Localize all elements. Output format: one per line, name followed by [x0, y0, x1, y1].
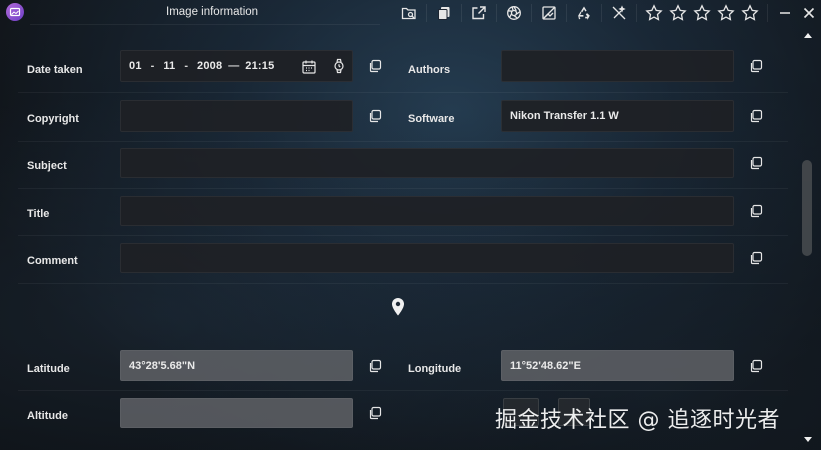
time-separator: —	[228, 60, 240, 72]
star-5-icon[interactable]	[738, 2, 762, 24]
date-day[interactable]: 01	[129, 60, 142, 72]
divider	[18, 235, 788, 236]
window-title: Image information	[166, 6, 259, 18]
copy-comment-button[interactable]	[741, 243, 771, 273]
open-external-icon[interactable]	[467, 2, 491, 24]
subject-label: Subject	[27, 160, 67, 172]
date-year[interactable]: 2008	[197, 60, 222, 72]
divider	[18, 390, 788, 391]
software-label: Software	[408, 113, 455, 125]
copy-title-button[interactable]	[741, 196, 771, 226]
no-image-icon[interactable]	[537, 2, 561, 24]
altitude-field[interactable]	[120, 398, 353, 428]
scrollbar-thumb[interactable]	[802, 160, 812, 256]
magic-wand-off-icon[interactable]	[607, 2, 631, 24]
close-icon[interactable]	[797, 2, 821, 24]
recycle-icon[interactable]	[572, 2, 596, 24]
star-3-icon[interactable]	[690, 2, 714, 24]
star-4-icon[interactable]	[714, 2, 738, 24]
latitude-field[interactable]: 43°28'5.68"N	[120, 350, 353, 381]
authors-field[interactable]	[501, 50, 734, 82]
copy-date-button[interactable]	[360, 51, 390, 81]
date-separator: -	[150, 60, 155, 72]
copy-subject-button[interactable]	[741, 148, 771, 178]
divider	[18, 92, 788, 93]
divider	[18, 283, 788, 284]
copyright-label: Copyright	[27, 113, 79, 125]
star-1-icon[interactable]	[642, 2, 666, 24]
subject-field[interactable]	[120, 148, 734, 178]
date-taken-field[interactable]: 01 - 11 - 2008 — 21:15	[120, 50, 353, 82]
date-taken-label: Date taken	[27, 64, 83, 76]
app-icon	[6, 3, 24, 21]
title-divider	[30, 24, 380, 25]
copy-latitude-button[interactable]	[360, 351, 390, 381]
copy-pages-icon[interactable]	[432, 2, 456, 24]
authors-label: Authors	[408, 64, 451, 76]
minimize-icon[interactable]	[773, 2, 797, 24]
divider	[18, 188, 788, 189]
date-separator: -	[184, 60, 189, 72]
latitude-label: Latitude	[27, 363, 70, 375]
calendar-icon[interactable]	[301, 59, 317, 75]
comment-field[interactable]	[120, 243, 734, 273]
folder-search-icon[interactable]	[397, 2, 421, 24]
date-month[interactable]: 11	[163, 60, 175, 72]
altitude-label: Altitude	[27, 410, 68, 422]
star-2-icon[interactable]	[666, 2, 690, 24]
aperture-icon[interactable]	[502, 2, 526, 24]
longitude-label: Longitude	[408, 363, 462, 375]
title-field[interactable]	[120, 196, 734, 226]
divider	[18, 141, 788, 142]
longitude-field[interactable]: 11°52'48.62"E	[501, 350, 734, 381]
location-pin-icon	[392, 298, 404, 316]
copy-longitude-button[interactable]	[741, 351, 771, 381]
toolbar	[397, 2, 821, 24]
copyright-field[interactable]	[120, 100, 353, 132]
title-label: Title	[27, 208, 50, 220]
watch-icon[interactable]	[331, 58, 347, 74]
comment-label: Comment	[27, 255, 78, 267]
copy-authors-button[interactable]	[741, 51, 771, 81]
copy-altitude-button[interactable]	[360, 398, 390, 428]
time-value[interactable]: 21:15	[245, 60, 274, 72]
copy-copyright-button[interactable]	[360, 101, 390, 131]
copy-software-button[interactable]	[741, 101, 771, 131]
scroll-down-arrow[interactable]	[802, 434, 814, 444]
scroll-up-arrow[interactable]	[802, 30, 814, 40]
watermark-text: 掘金技术社区 @ 追逐时光者	[495, 408, 780, 433]
software-field[interactable]: Nikon Transfer 1.1 W	[501, 100, 734, 132]
